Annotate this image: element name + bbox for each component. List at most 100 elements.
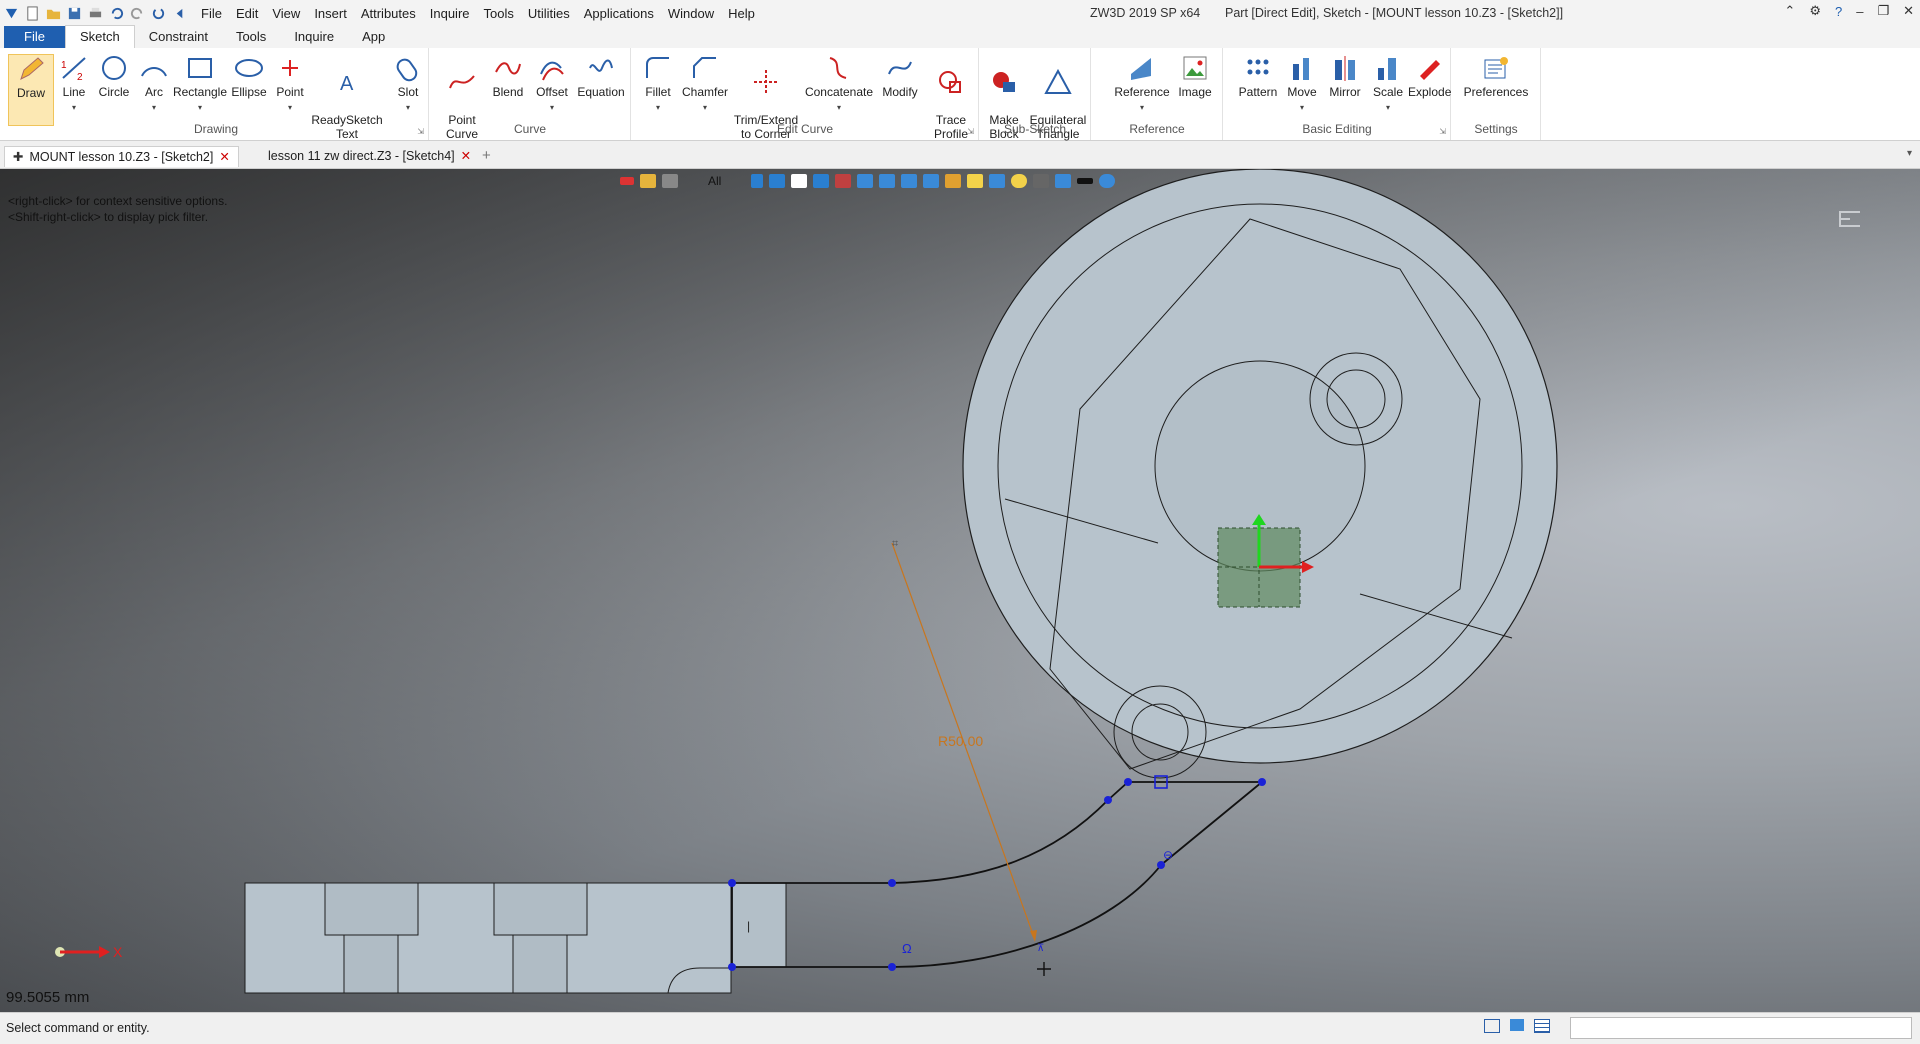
- slot-button[interactable]: Slot ▾: [388, 54, 428, 115]
- snap-toggle-icon[interactable]: [967, 174, 984, 188]
- close-icon[interactable]: ✕: [1903, 3, 1914, 19]
- move-button[interactable]: Move ▾: [1282, 54, 1322, 115]
- sketch-line-lower-end[interactable]: [1160, 781, 1263, 866]
- ellipse-button[interactable]: Ellipse: [228, 54, 270, 99]
- section-view-icon[interactable]: [835, 174, 852, 188]
- radius-dimension-label[interactable]: R50.00: [938, 733, 983, 749]
- blend-button[interactable]: Blend: [486, 54, 530, 99]
- close-tab-icon[interactable]: ✕: [461, 149, 471, 163]
- tab-inquire[interactable]: Inquire: [280, 26, 348, 48]
- zoom-all-icon[interactable]: [879, 174, 896, 188]
- stop-icon[interactable]: [620, 177, 634, 185]
- sketch-point[interactable]: [728, 963, 736, 971]
- menu-tools[interactable]: Tools: [484, 6, 514, 21]
- sketch-points[interactable]: [728, 778, 1266, 971]
- view-orientation-icon[interactable]: [813, 174, 830, 188]
- menu-file[interactable]: File: [201, 6, 222, 21]
- scale-button[interactable]: Scale ▾: [1368, 54, 1408, 115]
- bar-chart-icon[interactable]: [945, 174, 962, 188]
- rectangle-button[interactable]: Rectangle ▾: [172, 54, 228, 115]
- sketch-point[interactable]: [1157, 861, 1165, 869]
- sketch-point[interactable]: [888, 963, 896, 971]
- dialog-launcher-icon[interactable]: ⇲: [417, 127, 424, 136]
- arc-button[interactable]: Arc ▾: [134, 54, 174, 115]
- undo-icon[interactable]: [109, 6, 124, 21]
- fillet-button[interactable]: Fillet ▾: [638, 54, 678, 115]
- menu-applications[interactable]: Applications: [584, 6, 654, 21]
- settings-gear-icon[interactable]: ⚙: [1809, 3, 1821, 19]
- new-file-icon[interactable]: [25, 5, 40, 21]
- image-button[interactable]: Image: [1172, 54, 1218, 99]
- equation-button[interactable]: Equation: [574, 54, 628, 99]
- new-tab-icon[interactable]: +: [482, 147, 491, 164]
- menu-view[interactable]: View: [272, 6, 300, 21]
- funnel-icon[interactable]: [751, 174, 764, 188]
- sketch-point[interactable]: [728, 879, 736, 887]
- minimize-icon[interactable]: –: [1856, 4, 1863, 19]
- orbit-icon[interactable]: [1099, 174, 1116, 188]
- target-icon[interactable]: [1011, 174, 1028, 188]
- refresh-icon[interactable]: [151, 6, 166, 21]
- pick-filter-label[interactable]: All: [708, 174, 721, 188]
- menu-inquire[interactable]: Inquire: [430, 6, 470, 21]
- monitor-icon[interactable]: [1510, 1019, 1524, 1031]
- zoom-window-icon[interactable]: [901, 174, 918, 188]
- sketch-point[interactable]: [1124, 778, 1132, 786]
- preferences-button[interactable]: Preferences: [1458, 54, 1534, 99]
- point-button[interactable]: Point ▾: [270, 54, 310, 115]
- filter-icon[interactable]: [662, 174, 678, 188]
- reference-button[interactable]: Reference ▾: [1114, 54, 1170, 115]
- sketch-scene[interactable]: | ⊖ Ω ⊼ ⌗ R50.00 X: [0, 169, 1920, 1012]
- camera-icon[interactable]: [1055, 174, 1072, 188]
- help-icon[interactable]: ?: [1835, 4, 1842, 19]
- tab-tools[interactable]: Tools: [222, 26, 280, 48]
- tab-app[interactable]: App: [348, 26, 399, 48]
- tab-file[interactable]: File: [4, 26, 65, 48]
- close-tab-icon[interactable]: ✕: [219, 150, 229, 164]
- tab-list-dropdown-icon[interactable]: ▾: [1907, 148, 1912, 159]
- collapse-ribbon-icon[interactable]: ⌃: [1784, 3, 1795, 19]
- wireframe-cube-icon[interactable]: [791, 174, 808, 188]
- doc-tab-lesson-11[interactable]: lesson 11 zw direct.Z3 - [Sketch4] ✕: [260, 146, 479, 166]
- menu-attributes[interactable]: Attributes: [361, 6, 416, 21]
- tab-sketch[interactable]: Sketch: [64, 25, 135, 48]
- shaded-cube-icon[interactable]: [769, 174, 786, 188]
- sketch-point[interactable]: [1258, 778, 1266, 786]
- circle-button[interactable]: Circle: [94, 54, 134, 99]
- sketch-point[interactable]: [888, 879, 896, 887]
- chamfer-button[interactable]: Chamfer ▾: [680, 54, 730, 115]
- display-icon[interactable]: [1033, 174, 1050, 188]
- dialog-launcher-icon[interactable]: ⇲: [967, 127, 974, 136]
- dialog-launcher-icon[interactable]: ⇲: [1439, 127, 1446, 136]
- menu-utilities[interactable]: Utilities: [528, 6, 570, 21]
- back-arrow-icon[interactable]: [172, 6, 187, 21]
- redo-icon[interactable]: [130, 6, 145, 21]
- line-button[interactable]: 12 Line ▾: [54, 54, 94, 115]
- sketch-point[interactable]: [1104, 796, 1112, 804]
- mirror-button[interactable]: Mirror: [1322, 54, 1368, 99]
- rotate-icon[interactable]: [923, 174, 940, 188]
- concatenate-button[interactable]: Concatenate ▾: [802, 54, 876, 115]
- modify-button[interactable]: Modify: [876, 54, 924, 99]
- eraser-icon[interactable]: [640, 174, 656, 188]
- draw-button[interactable]: Draw: [8, 54, 54, 126]
- menu-window[interactable]: Window: [668, 6, 714, 21]
- menu-insert[interactable]: Insert: [314, 6, 347, 21]
- layout-icon[interactable]: [1484, 1019, 1500, 1033]
- save-icon[interactable]: [67, 6, 82, 21]
- line-style-icon[interactable]: [1077, 178, 1094, 184]
- menu-edit[interactable]: Edit: [236, 6, 258, 21]
- menu-help[interactable]: Help: [728, 6, 755, 21]
- graphics-viewport[interactable]: <right-click> for context sensitive opti…: [0, 169, 1920, 1012]
- restore-icon[interactable]: ❐: [1877, 3, 1889, 19]
- doc-tab-mount-lesson[interactable]: ✚ MOUNT lesson 10.Z3 - [Sketch2] ✕: [4, 146, 239, 167]
- exit-sketch-icon[interactable]: [1839, 211, 1860, 227]
- command-input[interactable]: [1570, 1017, 1912, 1039]
- list-icon[interactable]: [1534, 1019, 1550, 1033]
- offset-button[interactable]: Offset ▾: [530, 54, 574, 115]
- grid-icon[interactable]: [989, 174, 1006, 188]
- open-folder-icon[interactable]: [46, 6, 61, 21]
- explode-button[interactable]: Explode: [1408, 54, 1451, 99]
- zoom-icon[interactable]: [857, 174, 874, 188]
- tab-constraint[interactable]: Constraint: [135, 26, 222, 48]
